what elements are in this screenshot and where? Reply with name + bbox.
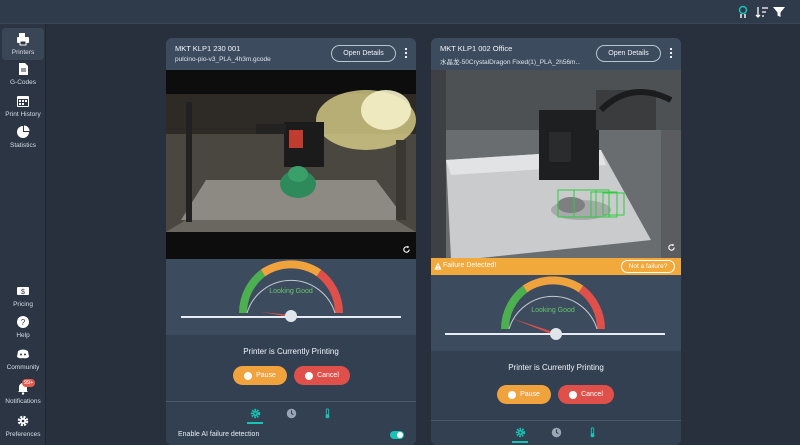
printer-status-panel: Printer is Currently Printing Pause Canc… [431,351,681,445]
failure-detected-text: Failure Detected! [443,262,497,269]
svg-text:?: ? [21,318,26,327]
gauge-status-text: Looking Good [269,288,313,295]
pause-icon [244,371,253,380]
tab-settings[interactable] [247,406,263,424]
webcam-image [431,70,681,259]
printer-card-header: MKT KLP1 230 001 pulcino-pio-v3_PLA_4h3m… [166,38,416,70]
open-details-button[interactable]: Open Details [331,45,396,62]
gcode-filename: 水晶龙-50CrystalDragon Fixed(1)_PLA_2h56m..… [440,59,580,66]
ai-watch-icon[interactable] [737,5,751,19]
webcam-view[interactable] [431,70,681,259]
tab-history[interactable] [283,406,299,420]
refresh-icon[interactable] [402,245,411,254]
cancel-button[interactable]: Cancel [558,385,614,404]
cancel-icon [305,371,314,380]
filter-icon[interactable] [772,5,786,19]
sidebar-item-community[interactable]: Community [2,347,44,371]
thermometer-icon [325,407,329,418]
sidebar-item-help[interactable]: ? Help [2,315,44,339]
discord-icon [17,349,29,359]
more-options-icon[interactable] [403,47,409,59]
printer-status-text: Printer is Currently Printing [243,347,339,356]
failure-gauge: Looking Good [431,276,681,351]
pause-icon [508,390,517,399]
sort-icon[interactable] [755,5,769,19]
gcode-filename: pulcino-pio-v3_PLA_4h3m.gcode [175,56,271,63]
printer-name: MKT KLP1 230 001 [175,44,241,53]
cancel-button-label: Cancel [317,372,339,379]
sidebar-item-label: Help [16,332,30,339]
sidebar: Printers G-Codes Print History Statistic… [0,24,46,445]
sidebar-item-printers[interactable]: Printers [2,28,44,60]
printer-icon [17,33,29,46]
cancel-button-label: Cancel [581,391,603,398]
sidebar-item-statistics[interactable]: Statistics [2,125,44,149]
sidebar-item-notifications[interactable]: 99+ Notifications [2,379,44,405]
printer-name: MKT KLP1 002 Office [440,44,513,53]
ai-detection-row: Enable AI failure detection [166,425,416,445]
refresh-icon[interactable] [667,243,676,252]
top-bar [0,0,800,24]
cancel-icon [569,390,578,399]
file-icon [19,63,28,75]
sidebar-item-preferences[interactable]: Preferences [2,414,44,438]
sidebar-item-label: G-Codes [9,79,36,86]
sidebar-item-label: Community [6,364,40,371]
sidebar-item-label: Statistics [9,142,36,149]
sidebar-item-label: Preferences [5,431,41,438]
sidebar-item-label: Printers [11,49,35,56]
gear-icon [250,408,260,418]
pause-button[interactable]: Pause [233,366,287,385]
printer-status-panel: Printer is Currently Printing Pause Canc… [166,335,416,445]
printer-status-text: Printer is Currently Printing [508,363,604,372]
divider [166,401,416,402]
pie-chart-icon [17,125,30,138]
failure-alert-bar: Failure Detected! Not a failure? [431,258,681,275]
not-a-failure-button[interactable]: Not a failure? [621,260,675,273]
card-tabs [166,403,416,424]
failure-gauge: Looking Good [166,259,416,335]
printer-card: MKT KLP1 230 001 pulcino-pio-v3_PLA_4h3m… [166,38,416,445]
more-options-icon[interactable] [668,47,674,59]
sidebar-item-pricing[interactable]: $ Pricing [2,284,44,308]
ai-detection-label: Enable AI failure detection [178,431,260,438]
webcam-image [166,70,416,259]
sidebar-item-label: Print History [5,111,41,118]
tab-temperature[interactable] [319,406,335,420]
tab-temperature[interactable] [584,425,600,439]
pause-button-label: Pause [256,372,276,379]
tab-settings[interactable] [512,425,528,443]
webcam-view[interactable] [166,70,416,259]
dollar-icon: $ [17,287,29,296]
notification-count-badge: 99+ [22,379,36,387]
ai-detection-toggle[interactable] [390,431,404,439]
gear-icon [17,415,29,427]
printer-card-header: MKT KLP1 002 Office 水晶龙-50CrystalDragon … [431,38,681,70]
calendar-icon [17,96,29,107]
clock-icon [286,408,296,418]
help-icon: ? [17,316,29,328]
cancel-button[interactable]: Cancel [294,366,350,385]
open-details-button[interactable]: Open Details [596,45,661,62]
warning-icon [434,262,442,270]
gear-icon [515,427,525,437]
card-tabs [431,422,681,443]
thermometer-icon [590,426,594,437]
sidebar-item-label: Pricing [13,301,33,308]
sidebar-item-gcodes[interactable]: G-Codes [2,62,44,86]
tab-history[interactable] [548,425,564,439]
printer-card: MKT KLP1 002 Office 水晶龙-50CrystalDragon … [431,38,681,445]
svg-text:$: $ [21,289,25,296]
sidebar-item-print-history[interactable]: Print History [2,94,44,118]
divider [431,420,681,421]
pause-button-label: Pause [520,391,540,398]
clock-icon [551,427,561,437]
pause-button[interactable]: Pause [497,385,551,404]
gauge-dial [181,260,401,322]
gauge-status-text: Looking Good [531,307,575,314]
sidebar-item-label: Notifications [5,398,41,405]
